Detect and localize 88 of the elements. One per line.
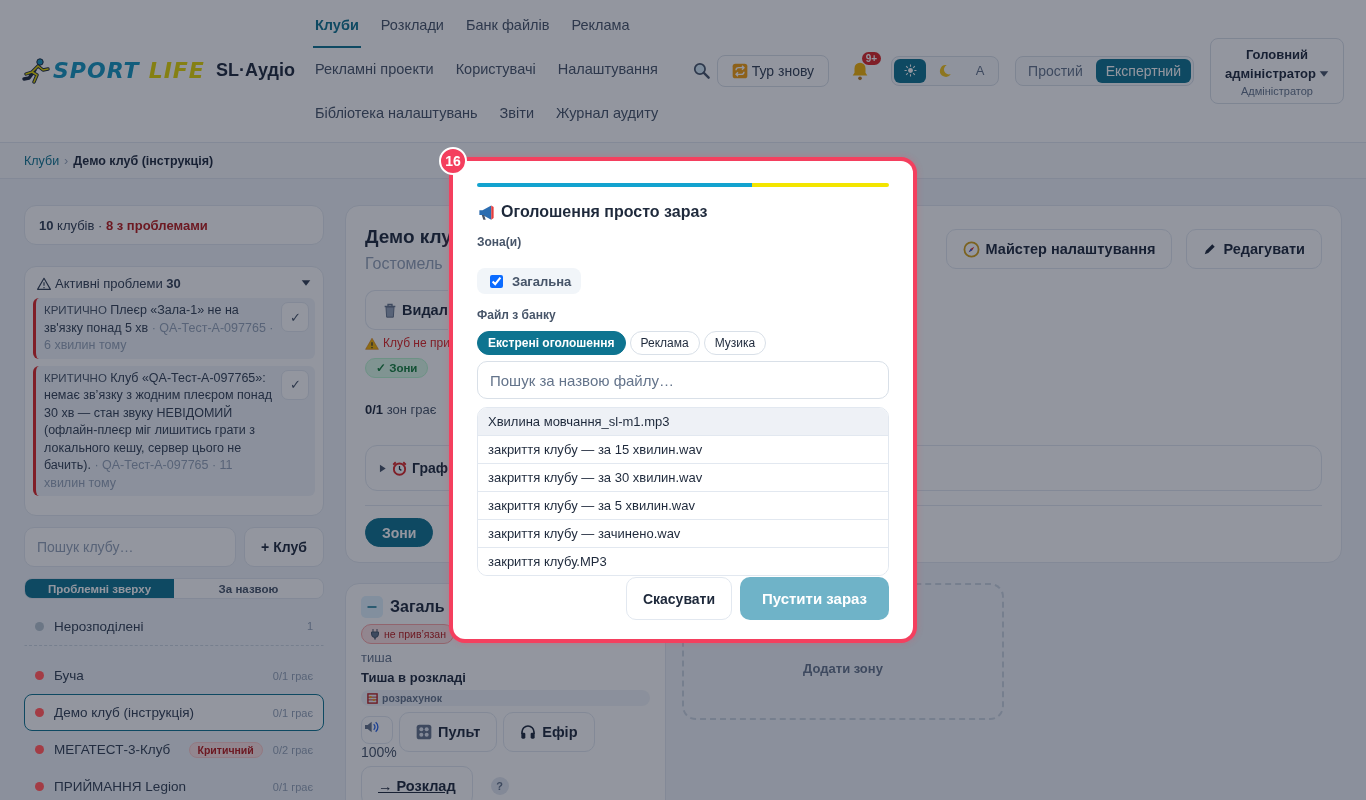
club-name: Нерозподілені bbox=[54, 618, 145, 634]
zones-label: Зона(и) bbox=[477, 235, 523, 249]
control-knobs-icon bbox=[416, 724, 432, 740]
club-name: МЕГАТЕСТ-3-Клуб bbox=[54, 742, 172, 757]
headphones-icon bbox=[520, 724, 537, 740]
theme-option[interactable] bbox=[894, 58, 927, 83]
zones-playing: 0/1 зон грає bbox=[365, 402, 438, 418]
acknowledge-button[interactable]: ✓ bbox=[281, 369, 309, 400]
trash-icon bbox=[382, 301, 398, 319]
status-badge: не прив’язан bbox=[361, 624, 454, 644]
cancel-button[interactable]: Скасувати bbox=[626, 577, 732, 620]
nav-link[interactable]: Налаштування bbox=[555, 48, 660, 92]
tab[interactable]: Зони bbox=[365, 518, 434, 547]
club-status: 0/1 грає bbox=[272, 706, 313, 719]
logo-text: SPORT bbox=[53, 58, 140, 83]
help-icon[interactable]: ? bbox=[490, 777, 509, 795]
runner-icon bbox=[22, 57, 50, 84]
problems-title: Активні проблеми 30 bbox=[55, 275, 181, 291]
abacus-icon bbox=[367, 692, 378, 704]
nav-link[interactable]: Банк файлів bbox=[464, 4, 552, 48]
zone-label: Загальна bbox=[512, 273, 572, 289]
pencil-icon bbox=[1203, 242, 1218, 256]
user-menu[interactable]: Головний адміністратор Адміністратор bbox=[1210, 37, 1344, 104]
zone-title: Загаль bbox=[390, 598, 445, 616]
sort-tab[interactable]: Проблемні зверху bbox=[25, 579, 174, 598]
warning-text: Клуб не при bbox=[383, 336, 450, 350]
file-label: Файл з банку bbox=[477, 308, 557, 322]
nav-link[interactable]: Користувачі bbox=[453, 48, 538, 92]
console-button[interactable]: Пульт bbox=[399, 712, 498, 752]
logo-text: LIFE bbox=[148, 58, 205, 83]
acknowledge-button[interactable]: ✓ bbox=[281, 302, 309, 332]
category-tab[interactable]: Реклама bbox=[629, 331, 700, 355]
mode-option[interactable]: Експертний bbox=[1095, 58, 1191, 83]
file-item[interactable]: Хвилина мовчання_sl-m1.mp3 bbox=[478, 408, 888, 435]
category-tab[interactable]: Екстрені оголошення bbox=[477, 331, 626, 355]
on-air-button[interactable]: Ефір bbox=[503, 712, 595, 752]
mode-option[interactable]: Простий bbox=[1018, 58, 1093, 83]
nav-link[interactable]: Рекламні проекти bbox=[313, 48, 436, 92]
summary-text: 10 клубів · 8 з проблемами bbox=[39, 217, 208, 233]
nav-link[interactable]: Журнал аудиту bbox=[554, 92, 661, 136]
breadcrumb-current: Демо клуб (інструкція) bbox=[73, 153, 214, 168]
nav-link[interactable]: Розклади bbox=[378, 4, 446, 48]
status-badge: Критичний bbox=[188, 741, 263, 758]
status-chip: ✓ Зони bbox=[365, 358, 429, 378]
sun-icon bbox=[903, 64, 917, 77]
repeat-icon bbox=[731, 62, 748, 79]
warning-icon bbox=[365, 336, 379, 350]
dialog-title: Оголошення просто зараз bbox=[501, 203, 708, 221]
checkbox[interactable] bbox=[490, 274, 503, 288]
search-field[interactable]: Пошук за назвою файлу… bbox=[477, 361, 889, 399]
volume-button[interactable] bbox=[361, 716, 393, 744]
delete-button[interactable]: Видал bbox=[365, 290, 448, 330]
club-name: ПРИЙМАННЯ Legion bbox=[54, 779, 187, 794]
user-role: Адміністратор bbox=[1240, 84, 1314, 97]
zone-schedule: Тиша в розкладі bbox=[361, 670, 467, 686]
add-club-button[interactable]: + Клуб bbox=[244, 527, 324, 567]
compass-icon bbox=[962, 240, 980, 258]
user-name: Головний адміністратор bbox=[1225, 46, 1316, 81]
nav-link[interactable]: Бібліотека налаштувань bbox=[313, 92, 480, 136]
wizard-button[interactable]: Майстер налаштування bbox=[945, 229, 1173, 269]
sort-tab[interactable]: За назвою bbox=[174, 579, 323, 598]
club-item[interactable]: Демо клуб (інструкція) 0/1 грає bbox=[24, 694, 324, 731]
zone-state: тиша bbox=[361, 650, 393, 666]
edit-button[interactable]: Редагувати bbox=[1186, 229, 1322, 269]
search-field[interactable]: Пошук клубу… bbox=[24, 527, 236, 567]
zone-checkbox-chip[interactable]: Загальна bbox=[477, 268, 582, 294]
alarm-clock-icon bbox=[392, 460, 407, 476]
moon-icon bbox=[938, 63, 953, 78]
warning-icon bbox=[37, 276, 51, 290]
breadcrumb-link[interactable]: Клуби bbox=[24, 153, 60, 168]
plug-icon bbox=[369, 628, 381, 640]
schedule-button[interactable]: → Розклад bbox=[361, 766, 473, 800]
notification-badge: 9+ bbox=[861, 51, 882, 65]
add-zone-label: Додати зону bbox=[803, 661, 883, 678]
file-item[interactable]: закриття клубу.MP3 bbox=[478, 547, 888, 575]
nav-link[interactable]: Клуби bbox=[313, 4, 361, 48]
category-tab[interactable]: Музика bbox=[703, 331, 767, 355]
club-name: Демо клуб (інструкція) bbox=[54, 705, 195, 720]
calc-bar: розрахунок bbox=[361, 690, 650, 706]
nav-link[interactable]: Реклама bbox=[569, 4, 632, 48]
club-city: Гостомель bbox=[365, 254, 444, 273]
nav-link[interactable]: Звіти bbox=[497, 92, 536, 136]
speaker-icon bbox=[363, 719, 379, 735]
breadcrumb-separator: › bbox=[64, 153, 69, 168]
tour-button[interactable]: Тур знову bbox=[716, 54, 830, 87]
collapse-button[interactable] bbox=[361, 596, 383, 618]
app-name: SL·Аудіо bbox=[216, 60, 295, 81]
club-name: Буча bbox=[54, 668, 85, 683]
